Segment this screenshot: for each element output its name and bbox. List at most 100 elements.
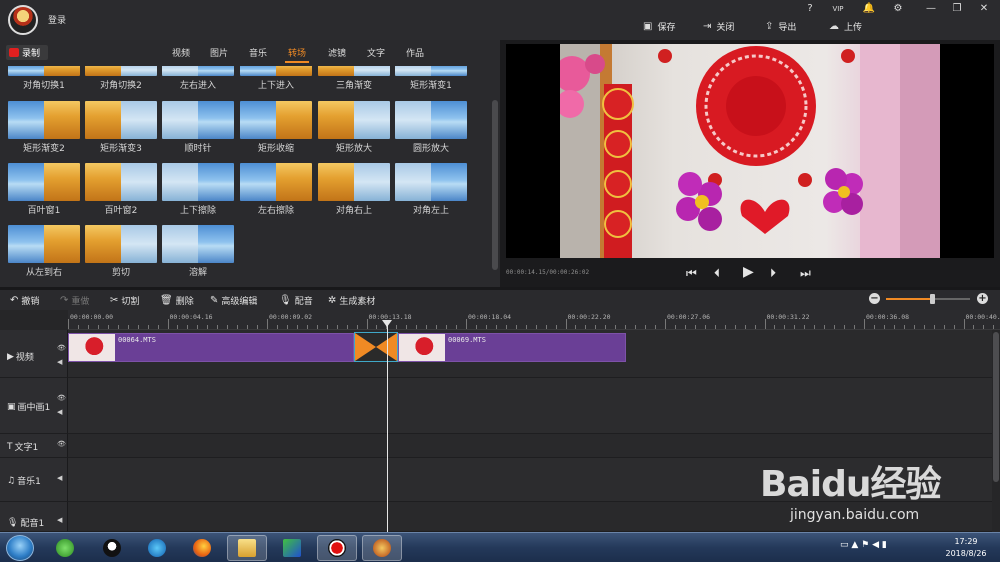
close-project-button[interactable]: ⇥ 关闭 [703,19,734,33]
speaker-icon[interactable]: ◀ [57,474,62,482]
zoom-in-icon[interactable]: + [977,293,988,304]
vip-icon[interactable]: VIP [829,2,847,16]
transition-item[interactable]: 三角渐变 [318,66,390,91]
eye-icon[interactable]: 👁 [57,440,66,448]
taskbar-explorer[interactable] [227,535,267,561]
taskbar-qq[interactable] [92,535,132,561]
zoom-handle[interactable] [930,294,936,304]
playhead[interactable] [387,320,388,532]
track-row-music[interactable] [68,458,992,502]
ruler-tick [575,325,577,329]
track-label: 视频 [15,353,34,363]
tab-works[interactable]: 作品 [406,46,424,59]
system-tray[interactable]: ▭ ▲ ⚑ ◀ ▮ [840,540,887,550]
transition-label: 左右擦除 [257,206,294,216]
start-button[interactable] [6,535,34,561]
undo-button[interactable]: ↶ 撤销 [10,293,39,307]
clock[interactable]: 17:29 2018/8/26 [940,536,992,560]
prev-frame-icon[interactable]: ⏴ [714,266,720,281]
transition-scrollbar[interactable] [492,66,498,287]
transition-item[interactable]: 对角切换1 [8,66,80,91]
transition-item[interactable]: 矩形渐变1 [395,66,467,91]
tab-text[interactable]: 文字 [367,46,385,59]
tab-filter[interactable]: 滤镜 [328,46,346,59]
tab-transition[interactable]: 转场 [284,46,310,63]
transition-item[interactable]: 左右擦除 [240,163,312,216]
next-frame-icon[interactable]: ⏵ [770,266,776,281]
transition-item[interactable]: 百叶窗1 [8,163,80,216]
transition-item[interactable]: 顺时针 [162,101,234,154]
transition-item[interactable]: 左右进入 [162,66,234,91]
transition-item[interactable]: 矩形放大 [318,101,390,154]
record-button[interactable]: 录制 [6,45,48,60]
transition-item[interactable]: 矩形渐变3 [85,101,157,154]
taskbar-editor[interactable] [362,535,402,561]
bell-icon[interactable]: 🔔 [860,2,878,16]
transition-marker[interactable] [354,332,398,362]
video-clip-1[interactable]: 00064.MTS [68,333,354,362]
timeline-scrollbar[interactable] [992,330,1000,532]
generate-button[interactable]: ✲ 生成素材 [328,293,375,307]
track-row-dub[interactable] [68,502,992,532]
close-icon[interactable]: ✕ [975,2,993,16]
redo-button[interactable]: ↷ 重做 [60,293,89,307]
track-row-pip[interactable] [68,378,992,434]
login-link[interactable]: 登录 [48,13,66,26]
restore-icon[interactable]: ❐ [948,2,966,16]
transition-item[interactable]: 矩形渐变2 [8,101,80,154]
speaker-icon[interactable]: ◀ [57,408,62,416]
play-icon: ▶ [7,351,14,362]
cut-button[interactable]: ✂ 切割 [110,293,139,307]
taskbar-app-6[interactable] [272,535,312,561]
eye-icon[interactable]: 👁 [57,344,66,352]
transition-label: 对角左上 [412,206,449,216]
export-button[interactable]: ⇪ 导出 [765,19,796,33]
video-clip-2[interactable]: 00069.MTS [398,333,626,362]
scroll-thumb[interactable] [993,332,999,482]
help-icon[interactable]: ? [801,2,819,16]
skip-start-icon[interactable]: ⏮ [686,266,697,281]
zoom-out-icon[interactable]: − [869,293,880,304]
avatar[interactable] [8,5,38,35]
taskbar-app-3[interactable] [137,535,177,561]
transition-item[interactable]: 从左到右 [8,225,80,278]
upload-button[interactable]: ☁ 上传 [829,19,862,33]
taskbar-recorder[interactable] [317,535,357,561]
tab-music[interactable]: 音乐 [249,46,267,59]
edit-toolbar: ↶ 撤销 ↷ 重做 ✂ 切割 🗑 删除 ✎ 高级编辑 🎙 配音 ✲ 生成素材 −… [0,290,1000,310]
tab-image[interactable]: 图片 [210,46,228,59]
transition-item[interactable]: 圆形放大 [395,101,467,154]
ruler-tick [276,325,278,329]
zoom-slider[interactable] [886,294,970,304]
gear-icon[interactable]: ⚙ [889,2,907,16]
track-row-text[interactable] [68,434,992,458]
transition-item[interactable]: 百叶窗2 [85,163,157,216]
save-button[interactable]: ▣ 保存 [643,19,675,33]
delete-button[interactable]: 🗑 删除 [160,293,194,307]
transition-label: 上下擦除 [179,206,216,216]
eye-icon[interactable]: 👁 [57,394,66,402]
play-icon[interactable]: ▶ [743,264,754,280]
scroll-thumb[interactable] [492,100,498,270]
transition-item[interactable]: 上下擦除 [162,163,234,216]
speaker-icon[interactable]: ◀ [57,516,62,524]
transition-item[interactable]: 上下进入 [240,66,312,91]
taskbar-app-1[interactable] [45,535,85,561]
track-row-video[interactable]: 00064.MTS 00069.MTS [68,330,992,378]
speaker-icon[interactable]: ◀ [57,358,62,366]
tab-video[interactable]: 视频 [172,46,190,59]
minimize-icon[interactable]: — [922,2,940,16]
transition-item[interactable]: 溶解 [162,225,234,278]
taskbar-firefox[interactable] [182,535,222,561]
transition-item[interactable]: 剪切 [85,225,157,278]
track-name-pip: ▣ 画中画1 [7,400,50,414]
transition-item[interactable]: 矩形收缩 [240,101,312,154]
advanced-edit-button[interactable]: ✎ 高级编辑 [210,293,257,307]
transition-item[interactable]: 对角右上 [318,163,390,216]
time-ruler[interactable]: 00:00:00.00 00:00:04.16 00:00:09.02 00:00:1… [68,310,1000,330]
skip-end-icon[interactable]: ⏭ [800,266,811,281]
video-preview[interactable] [506,44,994,258]
dub-button[interactable]: 🎙 配音 [279,293,313,307]
transition-item[interactable]: 对角左上 [395,163,467,216]
transition-item[interactable]: 对角切换2 [85,66,157,91]
